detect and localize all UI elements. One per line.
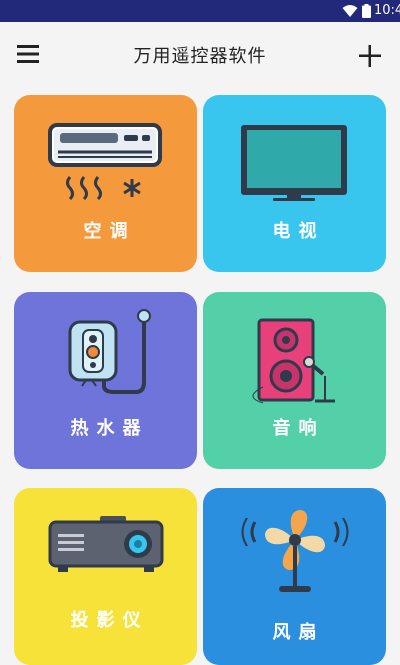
add-icon[interactable]: [358, 44, 382, 68]
wifi-icon: [342, 5, 358, 17]
water-heater-icon: [68, 309, 151, 394]
battery-icon: [362, 4, 371, 18]
air-conditioner-icon: [48, 123, 162, 201]
tile-label: 音响: [272, 418, 325, 439]
tile-label: 空调: [83, 221, 136, 242]
speaker-icon: [252, 318, 335, 404]
tile-label: 风扇: [272, 622, 325, 643]
status-time: 10:41: [374, 3, 400, 18]
device-tile-tv[interactable]: 电视: [203, 95, 386, 272]
tile-label: 热水器: [70, 418, 149, 439]
tile-label: 电视: [272, 221, 325, 242]
status-bar: 10:41: [0, 0, 400, 22]
tile-label: 投影仪: [70, 610, 149, 631]
app-bar: 万用遥控器软件: [0, 22, 400, 86]
device-tile-fan[interactable]: 风扇: [203, 488, 386, 665]
tv-icon: [241, 125, 347, 201]
device-tile-water-heater[interactable]: 热水器: [14, 292, 197, 469]
fan-icon: [241, 510, 349, 592]
page-title: 万用遥控器软件: [133, 46, 267, 67]
device-tile-air-conditioner[interactable]: 空调: [14, 95, 197, 272]
projector-icon: [48, 516, 164, 572]
device-tile-speaker[interactable]: 音响: [203, 292, 386, 469]
device-tile-projector[interactable]: 投影仪: [14, 488, 197, 665]
